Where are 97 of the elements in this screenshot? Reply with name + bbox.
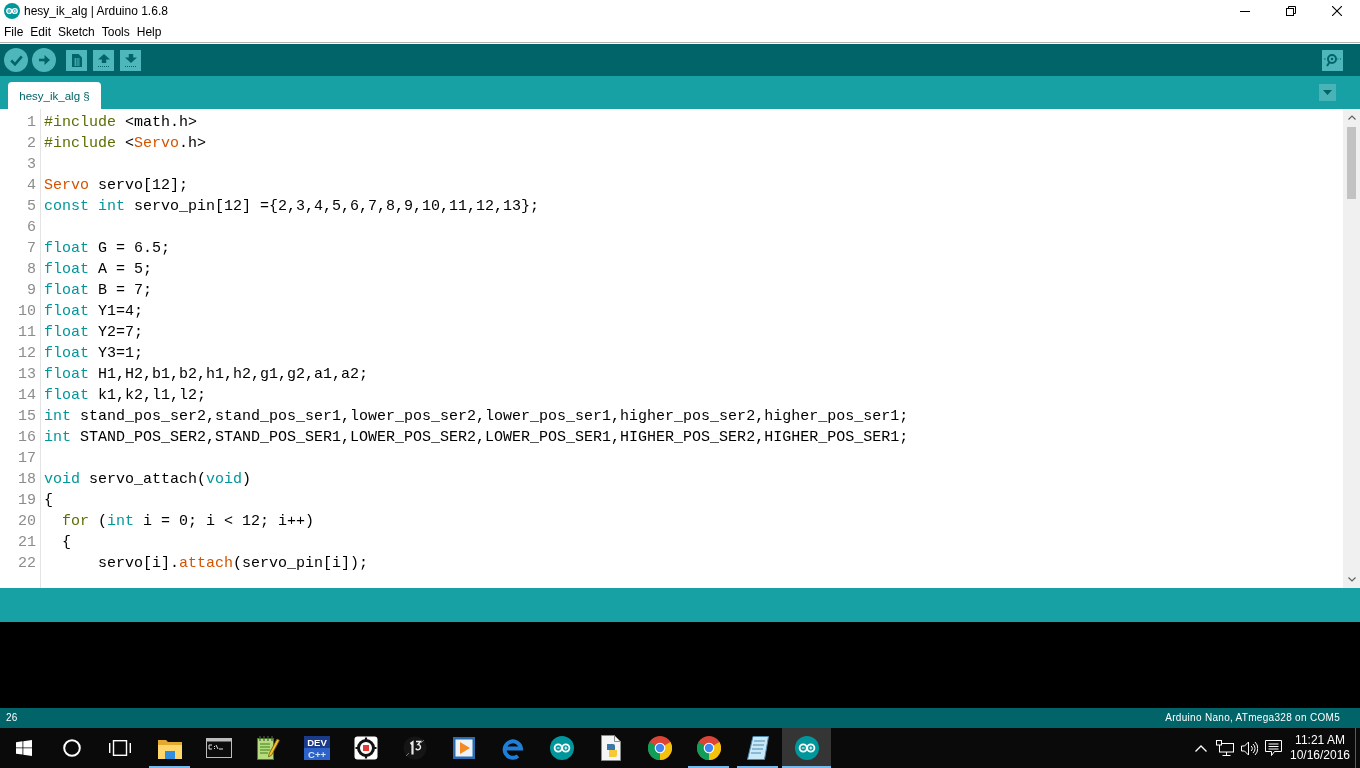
speaker-icon	[1240, 740, 1258, 756]
line-number: 1	[26, 113, 36, 133]
notification-icon	[1264, 739, 1282, 757]
code-line: Servo servo[12];	[44, 176, 189, 196]
code-line: float Y3=1;	[44, 344, 144, 364]
magnifier-icon	[1324, 53, 1341, 67]
menu-item[interactable]: Sketch	[58, 25, 95, 39]
line-number: 6	[26, 218, 36, 238]
code-line: int STAND_POS_SER2,STAND_POS_SER1,LOWER_POS_SER2,LOWER_POS_SER1,HIGHER_POS_SER2,HIGHER_POS_SER1;	[44, 428, 909, 448]
chevron-up-icon	[1195, 744, 1207, 752]
caret-down-icon	[1323, 90, 1332, 95]
code-line: float A = 5;	[44, 260, 153, 280]
line-number: 9	[26, 281, 36, 301]
notepad-icon	[746, 736, 769, 760]
code-line: float H1,H2,b1,b2,h1,h2,g1,g2,a1,a2;	[44, 365, 369, 385]
line-number: 13	[17, 365, 36, 385]
line-number: 10	[17, 302, 36, 322]
scrollbar-thumb[interactable]	[1347, 127, 1356, 199]
emblem-icon	[402, 736, 427, 760]
network-icon	[1216, 740, 1234, 756]
upload-button[interactable]	[32, 48, 56, 72]
start-icon	[16, 740, 32, 756]
menu-item[interactable]: Edit	[30, 25, 52, 39]
code-tile-icon: DEV C++	[303, 736, 330, 760]
folder-icon	[157, 737, 182, 759]
code-line: servo[i].attach(servo_pin[i]);	[97, 554, 369, 574]
line-number: 3	[26, 155, 36, 175]
code-line: float k1,k2,l1,l2;	[44, 386, 207, 406]
code-line: int stand_pos_ser2,stand_pos_ser1,lower_pos_ser2,lower_pos_ser1,higher_pos_ser2,higher_pos_ser1;	[44, 407, 909, 427]
app-logo-icon	[4, 3, 20, 19]
browser-icon	[647, 736, 672, 760]
scrollbar[interactable]	[1343, 109, 1360, 588]
restore-icon	[1286, 6, 1296, 16]
line-number: 4	[26, 176, 36, 196]
line-number: 22	[17, 554, 36, 574]
taskbar-button[interactable]: DEV C++	[292, 728, 341, 768]
ring-icon	[63, 739, 81, 757]
terminal-icon	[205, 738, 232, 758]
line-number: 14	[17, 386, 36, 406]
code-line: const int servo_pin[12] ={2,3,4,5,6,7,8,9,10,11,12,13};	[44, 197, 540, 217]
serial-monitor-button[interactable]	[1322, 49, 1343, 71]
minimize-icon	[1240, 10, 1250, 12]
line-number: 2	[26, 134, 36, 154]
code-line: #include <Servo.h>	[44, 134, 207, 154]
clock-date[interactable]: 10/16/2016	[1289, 748, 1351, 763]
clock-time[interactable]: 11:21 AM	[1295, 733, 1345, 748]
task-view-icon	[109, 740, 131, 756]
close-icon	[1332, 6, 1342, 16]
new-button[interactable]	[66, 49, 87, 71]
arrow-down-icon	[124, 53, 137, 67]
verify-button[interactable]	[4, 48, 28, 72]
board-info: Arduino Nano, ATmega328 on COM5	[1165, 712, 1340, 724]
window-title: hesy_ik_alg | Arduino 1.6.8	[24, 4, 168, 18]
arrow-right-icon	[38, 55, 50, 65]
line-number: 16	[17, 428, 36, 448]
save-button[interactable]	[120, 49, 141, 71]
line-number: 5	[26, 197, 36, 217]
code-line: {	[44, 491, 53, 511]
line-number: 20	[17, 512, 36, 532]
line-number: 19	[17, 491, 36, 511]
line-number: 17	[17, 449, 36, 469]
play-icon	[452, 737, 475, 759]
browser-icon	[696, 736, 721, 760]
line-number: 21	[17, 533, 36, 553]
menu-item[interactable]: Help	[136, 25, 162, 39]
code-line: {	[61, 533, 71, 553]
menu-item[interactable]: Tools	[101, 25, 130, 39]
notepad-pen-icon	[255, 735, 280, 761]
tab-menu-button[interactable]	[1319, 84, 1336, 101]
line-number: 8	[26, 260, 36, 280]
code-line: #include <math.h>	[44, 113, 198, 133]
code-line: float Y2=7;	[44, 323, 144, 343]
line-number: 15	[17, 407, 36, 427]
arrow-up-icon	[97, 53, 110, 67]
check-icon	[9, 54, 23, 66]
sketch-tab[interactable]: hesy_ik_alg §	[8, 82, 101, 109]
code-line: float G = 6.5;	[44, 239, 171, 259]
line-number: 18	[17, 470, 36, 490]
scroll-up-icon[interactable]	[1347, 115, 1356, 120]
code-line: for (int i = 0; i < 12; i++)	[61, 512, 315, 532]
line-number: 12	[17, 344, 36, 364]
line-number: 7	[26, 239, 36, 259]
line-indicator: 26	[6, 712, 18, 724]
line-number: 11	[17, 323, 36, 343]
menu-item[interactable]: File	[4, 25, 24, 39]
infinity-icon	[549, 736, 574, 760]
taskbar-button[interactable]	[782, 728, 831, 768]
open-button[interactable]	[93, 49, 114, 71]
code-line: void servo_attach(void)	[44, 470, 252, 490]
infinity-icon	[794, 736, 819, 760]
target-icon	[353, 736, 378, 760]
script-file-icon	[599, 735, 622, 761]
document-icon	[71, 53, 82, 67]
code-line: float B = 7;	[44, 281, 153, 301]
browser-e-icon	[500, 736, 525, 760]
scroll-down-icon[interactable]	[1347, 577, 1356, 582]
code-line: float Y1=4;	[44, 302, 144, 322]
